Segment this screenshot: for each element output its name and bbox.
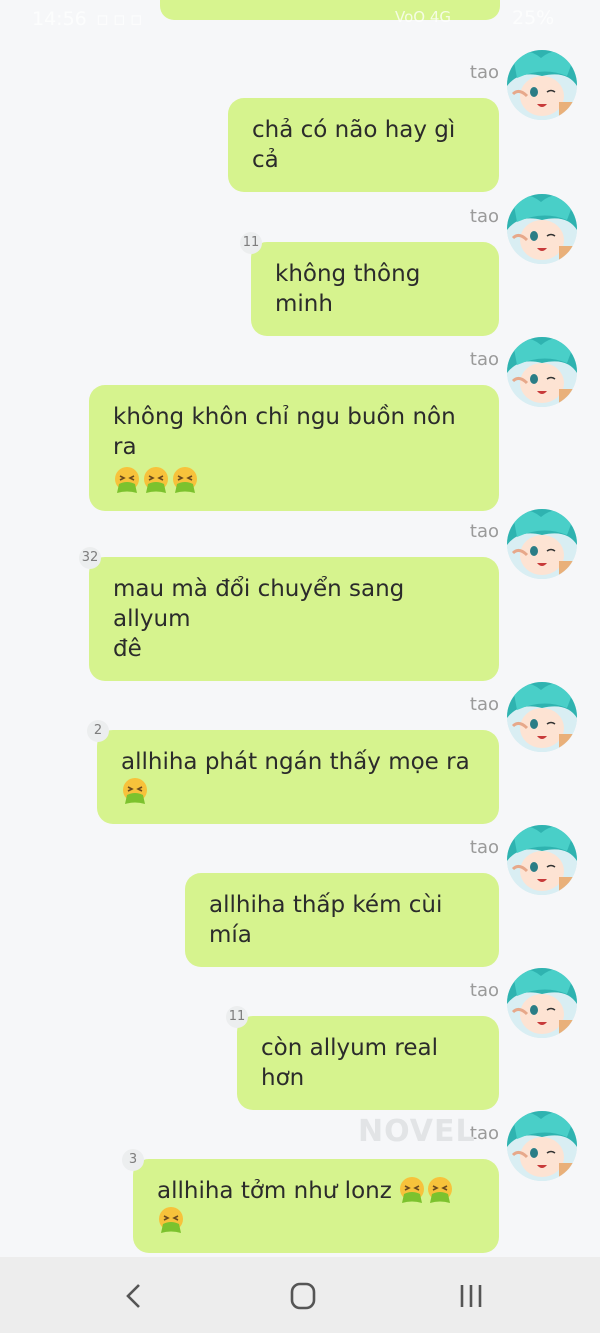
message-bubble[interactable]: chả có não hay gì cả <box>228 98 499 192</box>
message-text-line2: đê <box>113 636 142 662</box>
sender-name: tao <box>469 206 499 227</box>
sender-name: tao <box>469 62 499 83</box>
reaction-count-badge[interactable]: 11 <box>226 1006 248 1028</box>
avatar[interactable] <box>507 1111 577 1181</box>
sender-name: tao <box>469 694 499 715</box>
message-text: allhiha tởm như lonz <box>157 1178 392 1204</box>
sender-name: tao <box>469 349 499 370</box>
sender-name: tao <box>469 521 499 542</box>
message-bubble[interactable]: mau mà đổi chuyển sang allyum đê <box>89 557 499 681</box>
avatar[interactable] <box>507 194 577 264</box>
sender-name: tao <box>469 980 499 1001</box>
home-icon[interactable] <box>283 1279 323 1313</box>
status-bar: 14:56 ▫▫▫ VoO 4G 25% <box>0 0 600 40</box>
back-icon[interactable] <box>115 1279 155 1313</box>
battery-level: 25% <box>512 7 555 29</box>
notification-icons: ▫▫▫ <box>96 8 147 30</box>
message-text: còn allyum real hơn <box>261 1035 438 1091</box>
avatar[interactable] <box>507 337 577 407</box>
message-text: allhiha phát ngán thấy mọe ra <box>121 749 470 775</box>
message-bubble[interactable]: allhiha tởm như lonz <box>133 1159 499 1253</box>
message-bubble[interactable]: không thông minh <box>251 242 499 336</box>
vomiting-face-icon <box>398 1176 426 1204</box>
avatar[interactable] <box>507 825 577 895</box>
vomiting-face-icon <box>121 777 149 805</box>
network-indicator: VoO 4G <box>395 8 452 26</box>
status-time: 14:56 <box>32 8 87 30</box>
reaction-count-badge[interactable]: 2 <box>87 720 109 742</box>
vomiting-face-icon <box>142 466 170 494</box>
avatar[interactable] <box>507 682 577 752</box>
message-text: không khôn chỉ ngu buồn nôn ra <box>113 404 456 460</box>
vomiting-face-icon <box>426 1176 454 1204</box>
recents-icon[interactable] <box>451 1279 491 1313</box>
navigation-bar <box>0 1257 600 1333</box>
message-bubble[interactable]: không khôn chỉ ngu buồn nôn ra <box>89 385 499 511</box>
reaction-count-badge[interactable]: 11 <box>240 232 262 254</box>
message-text: chả có não hay gì cả <box>252 117 456 173</box>
vomiting-face-icon <box>171 466 199 494</box>
vomiting-face-icon <box>157 1206 185 1234</box>
avatar[interactable] <box>507 968 577 1038</box>
message-bubble[interactable]: allhiha thấp kém cùi mía <box>185 873 499 967</box>
avatar[interactable] <box>507 509 577 579</box>
message-bubble[interactable]: allhiha phát ngán thấy mọe ra <box>97 730 499 824</box>
message-text: mau mà đổi chuyển sang allyum <box>113 576 405 632</box>
watermark: NOVEL <box>358 1114 476 1149</box>
sender-name: tao <box>469 837 499 858</box>
reaction-count-badge[interactable]: 3 <box>122 1149 144 1171</box>
avatar[interactable] <box>507 50 577 120</box>
message-text: allhiha thấp kém cùi mía <box>209 892 443 948</box>
message-bubble[interactable]: còn allyum real hơn <box>237 1016 499 1110</box>
message-text: không thông minh <box>275 261 421 317</box>
reaction-count-badge[interactable]: 32 <box>79 547 101 569</box>
vomiting-face-icon <box>113 466 141 494</box>
